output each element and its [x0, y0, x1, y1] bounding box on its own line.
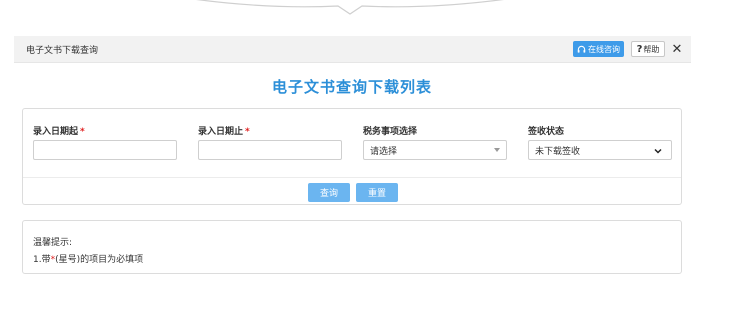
search-form-panel: 录入日期起 * 录入日期止 * 税务事项选择 请选择 签收状态 未下载签收 查询 重…	[22, 108, 682, 205]
question-icon: ?	[636, 43, 643, 55]
headset-icon	[577, 45, 586, 53]
sign-status-select[interactable]: 未下载签收	[528, 140, 672, 160]
end-date-label: 录入日期止	[198, 127, 244, 137]
page-title: 电子文书查询下载列表	[271, 78, 432, 96]
chevron-down-icon	[654, 148, 662, 154]
help-label: 帮助	[643, 44, 660, 54]
caret-down-icon	[494, 148, 500, 152]
decorative-curve	[196, 0, 504, 15]
start-date-label: 录入日期起	[33, 127, 79, 137]
start-date-field: 录入日期起 *	[33, 124, 177, 160]
tips-heading: 温馨提示:	[33, 238, 73, 248]
required-mark: *	[80, 127, 85, 137]
online-consult-label: 在线咨询	[588, 44, 620, 54]
online-consult-button[interactable]: 在线咨询	[573, 41, 624, 57]
tax-matter-label: 税务事项选择	[363, 127, 418, 137]
tips-panel: 温馨提示: 1.带*(星号)的项目为必填项	[22, 220, 682, 274]
tax-matter-value: 请选择	[370, 146, 398, 157]
sign-status-field: 签收状态 未下载签收	[528, 124, 672, 160]
tax-matter-select[interactable]: 请选择	[363, 140, 507, 160]
start-date-input[interactable]	[33, 140, 177, 160]
reset-button[interactable]: 重置	[356, 183, 398, 202]
tips-line-suffix: (星号)的项目为必填项	[55, 255, 144, 265]
required-mark: *	[245, 127, 250, 137]
end-date-input[interactable]	[198, 140, 342, 160]
tips-line-prefix: 1.带	[33, 255, 51, 265]
window-titlebar: 电子文书下载查询 在线咨询 ? 帮助 ✕	[14, 36, 691, 63]
tax-matter-field: 税务事项选择 请选择	[363, 124, 507, 160]
sign-status-label: 签收状态	[528, 127, 565, 137]
window-title: 电子文书下载查询	[26, 46, 99, 56]
help-button[interactable]: ? 帮助	[631, 41, 665, 57]
end-date-field: 录入日期止 *	[198, 124, 342, 160]
divider	[23, 177, 681, 178]
tips-line: 1.带*(星号)的项目为必填项	[33, 252, 143, 265]
close-icon[interactable]: ✕	[669, 40, 685, 58]
query-button[interactable]: 查询	[308, 183, 350, 202]
sign-status-value: 未下载签收	[535, 146, 581, 157]
